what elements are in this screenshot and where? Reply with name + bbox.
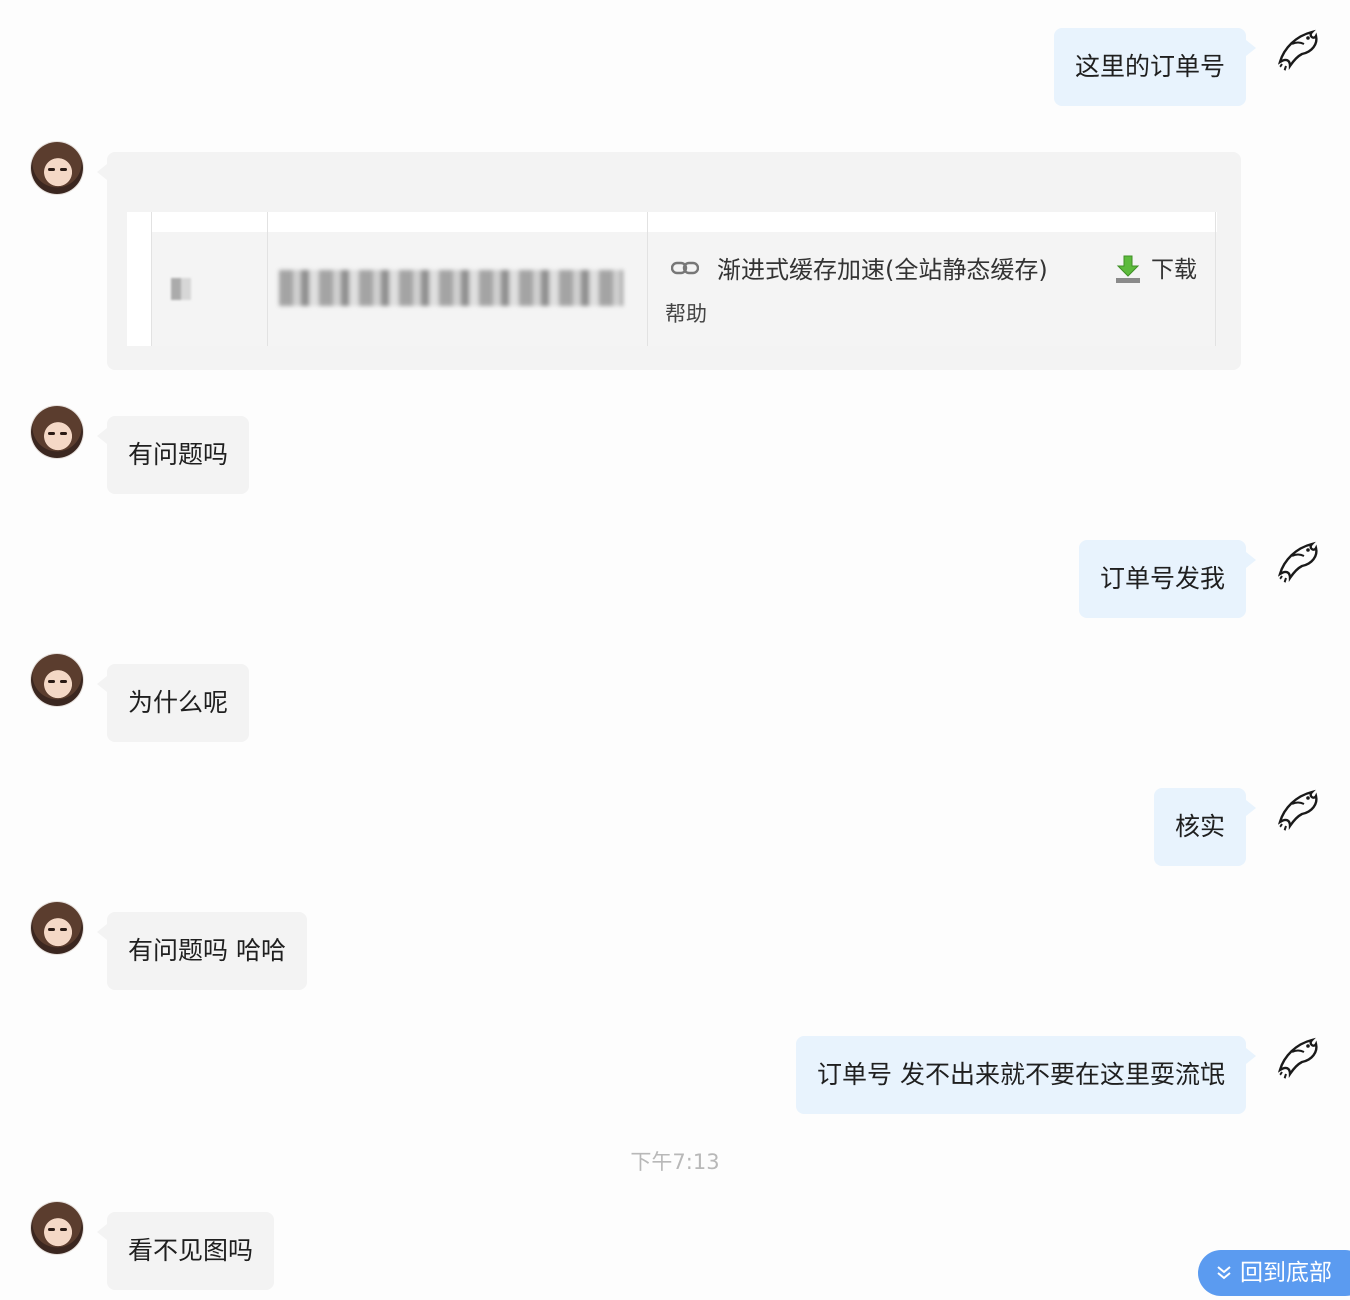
self-avatar[interactable] [1272,782,1324,834]
download-icon [1116,255,1140,283]
product-name: 渐进式缓存加速(全站静态缓存) [717,256,1048,284]
blurred-cell [171,278,191,300]
download-link: 下载 [1151,257,1197,283]
message-text: 为什么呢 [128,688,229,717]
fish-icon [1277,541,1318,585]
fish-icon [1277,29,1318,73]
message-text: 有问题吗 哈哈 [128,936,286,965]
screenshot-left-strip [127,212,151,346]
image-message[interactable]: 渐进式缓存加速(全站静态缓存) 下载 帮助 [97,152,1241,370]
contact-avatar[interactable] [31,406,83,458]
table-divider [647,212,648,346]
message-bubble-self[interactable]: 订单号发我 [1078,540,1257,618]
link-icon [671,261,699,275]
message-text: 有问题吗 [128,440,229,469]
message-text: 核实 [1174,812,1225,841]
chevron-down-icon [1217,1265,1231,1279]
screenshot-header-strip [127,212,1217,232]
table-divider [1215,212,1216,346]
self-avatar[interactable] [1272,1030,1324,1082]
message-bubble-other[interactable]: 有问题吗 哈哈 [97,912,307,990]
contact-avatar[interactable] [31,1202,83,1254]
chat-window: 这里的订单号 渐进式缓存加速(全站静态缓存) 下载 帮助 有问题吗 订单号发我 … [0,0,1350,1300]
message-text: 这里的订单号 [1074,52,1225,81]
message-timestamp: 下午7:13 [630,1150,720,1174]
fish-icon [1277,789,1318,833]
self-avatar[interactable] [1272,534,1324,586]
help-link: 帮助 [665,302,707,326]
message-bubble-self[interactable]: 订单号 发不出来就不要在这里耍流氓 [796,1036,1256,1114]
self-avatar[interactable] [1272,22,1324,74]
fish-icon [1277,1037,1318,1081]
message-text: 订单号 发不出来就不要在这里耍流氓 [817,1060,1225,1089]
message-bubble-other[interactable]: 为什么呢 [96,664,250,742]
table-divider [267,212,268,346]
message-bubble-other[interactable]: 有问题吗 [96,416,250,494]
message-bubble-self[interactable]: 这里的订单号 [1053,28,1257,106]
message-text: 看不见图吗 [128,1236,254,1265]
back-to-bottom-button[interactable]: 回到底部 [1198,1250,1350,1296]
message-bubble-other[interactable]: 看不见图吗 [96,1212,275,1290]
message-bubble-self[interactable]: 核实 [1153,788,1257,866]
message-text: 订单号发我 [1099,564,1225,593]
shared-screenshot: 渐进式缓存加速(全站静态缓存) 下载 帮助 [127,212,1217,346]
blurred-order-id [279,270,623,306]
table-divider [151,212,152,346]
contact-avatar[interactable] [31,902,83,954]
contact-avatar[interactable] [31,142,83,194]
back-to-bottom-label: 回到底部 [1240,1260,1332,1286]
contact-avatar[interactable] [31,654,83,706]
